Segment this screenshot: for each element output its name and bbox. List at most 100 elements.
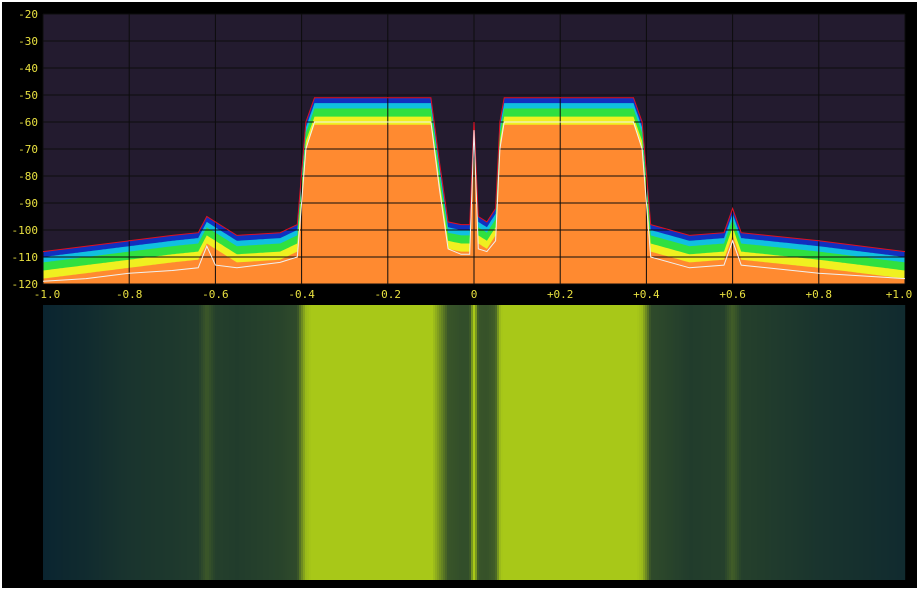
waterfall-column [233,305,236,580]
waterfall-column [43,305,46,580]
waterfall-column [331,305,334,580]
waterfall-column [835,305,838,580]
waterfall-column [741,305,744,580]
waterfall-column [607,305,610,580]
waterfall-column [205,305,208,580]
waterfall-column [173,305,176,580]
waterfall-column [269,305,272,580]
waterfall-column [431,305,434,580]
waterfall-column [203,305,206,580]
waterfall-column [499,305,502,580]
waterfall-column [451,305,454,580]
waterfall-column [453,305,456,580]
waterfall-column [745,305,748,580]
y-tick-label: -50 [18,89,38,102]
waterfall-column [177,305,180,580]
waterfall-column [567,305,570,580]
waterfall-column [89,305,92,580]
waterfall-column [241,305,244,580]
waterfall-column [149,305,152,580]
waterfall-column [755,305,758,580]
waterfall-column [765,305,768,580]
waterfall-column [401,305,404,580]
waterfall-column [897,305,900,580]
waterfall-column [371,305,374,580]
y-tick-label: -60 [18,116,38,129]
waterfall-column [91,305,94,580]
waterfall-column [69,305,72,580]
waterfall-column [695,305,698,580]
waterfall-column [433,305,436,580]
waterfall-column [531,305,534,580]
waterfall-column [329,305,332,580]
waterfall-column [477,305,480,580]
waterfall-column [53,305,56,580]
y-tick-label: -100 [12,224,39,237]
waterfall-column [553,305,556,580]
waterfall-column [527,305,530,580]
waterfall-column [761,305,764,580]
waterfall-column [227,305,230,580]
waterfall-column [569,305,572,580]
waterfall-column [427,305,430,580]
waterfall-column [351,305,354,580]
waterfall-column [231,305,234,580]
waterfall-column [61,305,64,580]
waterfall-column [267,305,270,580]
waterfall-column [369,305,372,580]
waterfall-column [669,305,672,580]
waterfall-column [601,305,604,580]
waterfall-column [327,305,330,580]
waterfall-column [405,305,408,580]
y-tick-label: -110 [12,251,39,264]
waterfall-column [623,305,626,580]
waterfall-column [895,305,898,580]
waterfall-column [247,305,250,580]
waterfall-column [265,305,268,580]
waterfall-column [139,305,142,580]
waterfall-column [375,305,378,580]
waterfall-column [47,305,50,580]
waterfall-column [717,305,720,580]
waterfall-column [373,305,376,580]
waterfall-column [543,305,546,580]
waterfall-column [631,305,634,580]
waterfall-column [703,305,706,580]
waterfall-column [183,305,186,580]
waterfall-column [789,305,792,580]
waterfall-column [655,305,658,580]
waterfall-column [889,305,892,580]
waterfall-column [153,305,156,580]
waterfall-column [555,305,558,580]
waterfall-column [179,305,182,580]
waterfall-column [77,305,80,580]
waterfall-column [415,305,418,580]
waterfall-column [501,305,504,580]
waterfall-column [599,305,602,580]
waterfall-column [339,305,342,580]
waterfall-column [483,305,486,580]
waterfall-column [535,305,538,580]
waterfall-column [199,305,202,580]
waterfall-column [591,305,594,580]
waterfall-column [189,305,192,580]
waterfall-column [729,305,732,580]
waterfall-column [353,305,356,580]
waterfall-column [419,305,422,580]
waterfall-column [397,305,400,580]
waterfall-column [801,305,804,580]
waterfall-column [683,305,686,580]
waterfall-column [887,305,890,580]
waterfall-column [891,305,894,580]
waterfall-column [81,305,84,580]
waterfall-column [303,305,306,580]
waterfall-column [287,305,290,580]
waterfall-column [393,305,396,580]
waterfall-column [75,305,78,580]
waterfall-column [751,305,754,580]
waterfall-column [821,305,824,580]
waterfall-column [533,305,536,580]
y-tick-label: -40 [18,62,38,75]
waterfall-column [347,305,350,580]
waterfall-column [191,305,194,580]
